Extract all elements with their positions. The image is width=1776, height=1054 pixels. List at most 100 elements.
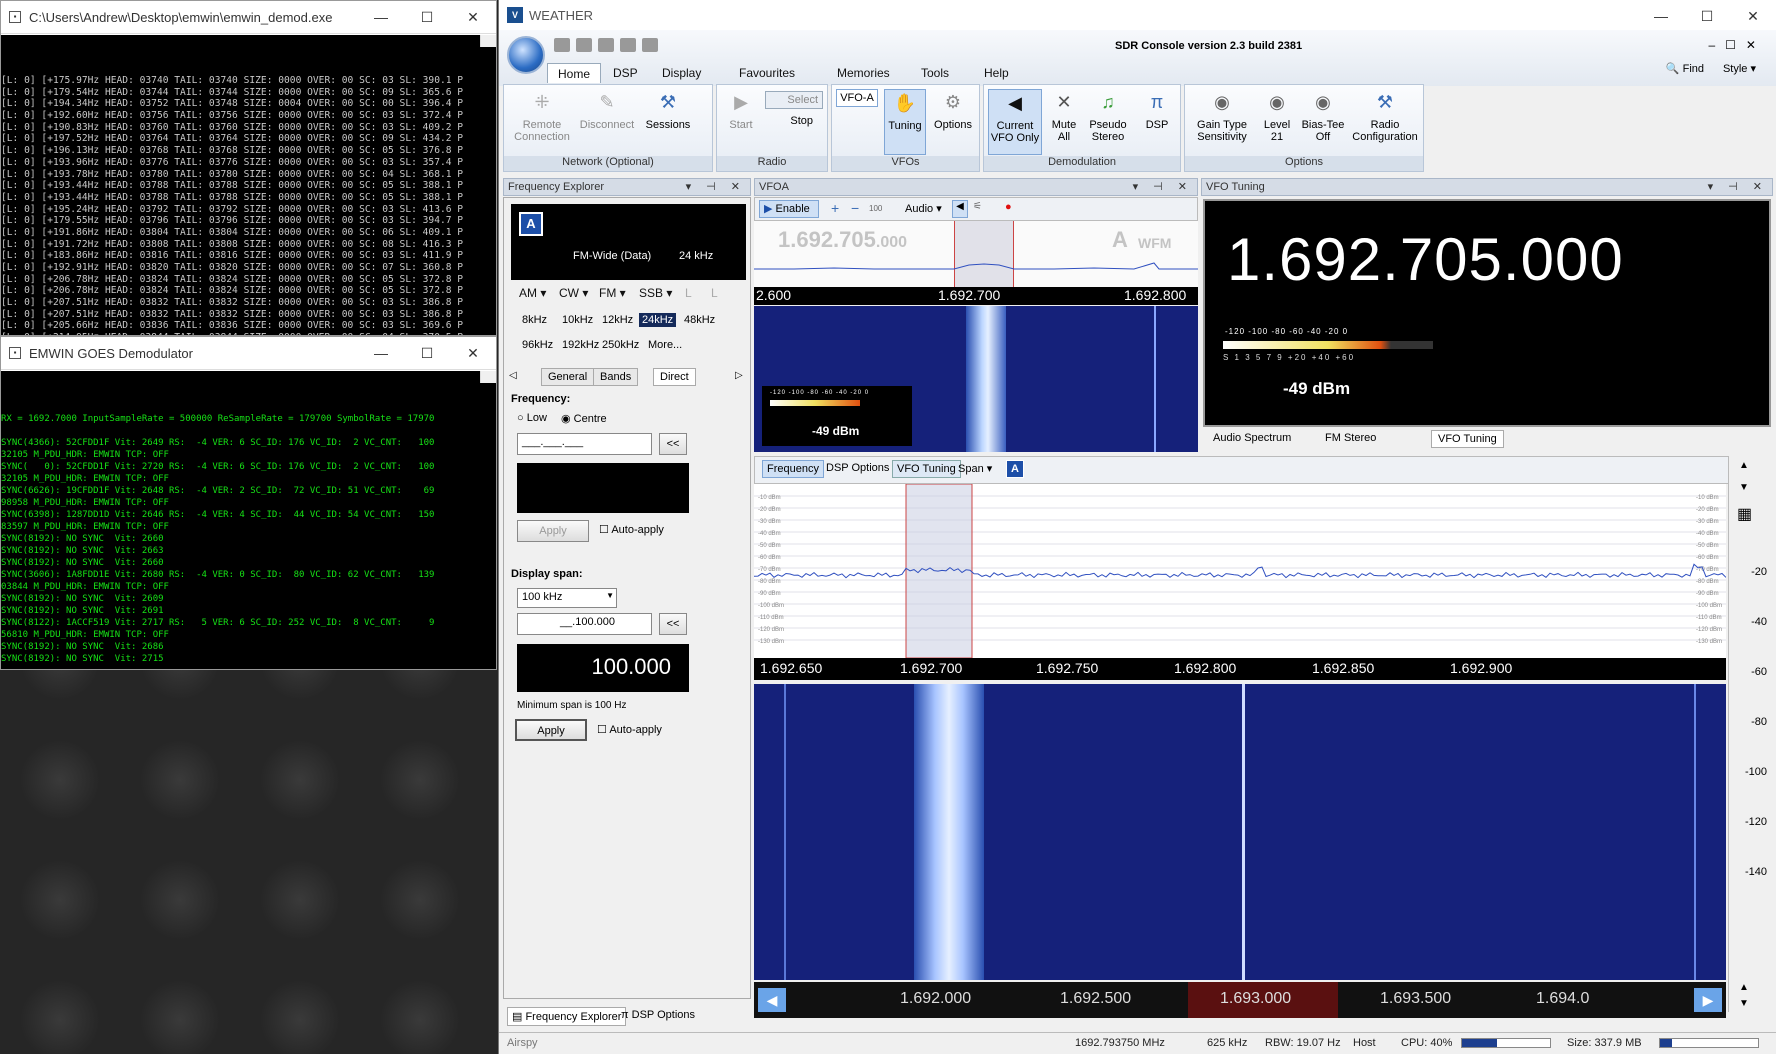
application-menu-orb[interactable] (507, 36, 545, 74)
mode-button-fm[interactable]: FM ▾ (599, 286, 626, 300)
vfo-a-selector[interactable]: VFO-A (836, 89, 878, 107)
find-control[interactable]: 🔍 Find (1666, 62, 1704, 75)
select-button[interactable]: Select (765, 91, 823, 109)
panel-controls[interactable]: ▾ ⊣ ✕ (686, 180, 746, 193)
main-tab-a[interactable]: A (1006, 460, 1024, 478)
stop-button[interactable]: Stop (765, 113, 823, 131)
scroll-left-button[interactable]: ◀ (758, 988, 786, 1012)
record-icon[interactable]: ● (1005, 201, 1012, 213)
bandwidth-10khz[interactable]: 10kHz (559, 313, 596, 327)
style-control[interactable]: Style ▾ (1723, 62, 1756, 75)
vfo-tuning-display[interactable]: 1.692.705.000 -120 -100 -80 -60 -40 -20 … (1203, 199, 1771, 427)
maximize-icon[interactable]: ☐ (404, 1, 450, 33)
minimize-icon[interactable]: — (1638, 0, 1684, 32)
gain-type-button[interactable]: ◉ Gain Type Sensitivity (1189, 89, 1255, 143)
close-icon[interactable]: ✕ (450, 1, 496, 33)
camera-icon[interactable] (554, 38, 570, 52)
pseudo-stereo-button[interactable]: ♫ Pseudo Stereo (1084, 89, 1132, 143)
radio-configuration-button[interactable]: ⚒ Radio Configuration (1349, 89, 1421, 143)
start-button[interactable]: ▶ Start (721, 89, 761, 131)
minimize-icon[interactable]: — (358, 337, 404, 369)
menu-tab-favourites[interactable]: Favourites (729, 63, 805, 83)
scroll-down-button[interactable]: ▼ (1739, 482, 1749, 493)
menu-tab-dsp[interactable]: DSP (603, 63, 648, 83)
mode-button-am[interactable]: AM ▾ (519, 286, 546, 300)
mute-all-button[interactable]: ✕ Mute All (1046, 89, 1082, 143)
bottom-tab-frequency-explorer[interactable]: ▤ Frequency Explorer (507, 1007, 627, 1026)
mode-button-l[interactable]: L (685, 286, 692, 300)
vfo-panel-tab-audio-spectrum[interactable]: Audio Spectrum (1207, 430, 1297, 446)
close-icon[interactable]: ✕ (450, 337, 496, 369)
level-button[interactable]: ◉ Level 21 (1257, 89, 1297, 143)
minimize-icon[interactable]: — (358, 1, 404, 33)
current-vfo-only-button[interactable]: ◀ Current VFO Only (988, 89, 1042, 155)
bias-tee-button[interactable]: ◉ Bias-Tee Off (1299, 89, 1347, 143)
side-scale[interactable]: ▲ ▼ ▦ -20 -40 -60 -80 -100 -120 -140 ▲ ▼ (1728, 456, 1773, 1012)
vfoa-header[interactable]: VFOA ▾ ⊣ ✕ (754, 178, 1198, 196)
remote-connection-button[interactable]: ⁜ Remote Connection (510, 89, 574, 143)
panel-controls[interactable]: ▾ ⊣ ✕ (1708, 180, 1768, 193)
audio-dropdown[interactable]: Audio ▾ (905, 202, 942, 215)
main-tab-span[interactable]: Span ▾ (954, 460, 996, 477)
menu-tab-tools[interactable]: Tools (911, 63, 959, 83)
bandwidth-250khz[interactable]: 250kHz (599, 338, 642, 352)
bottom-tab-dsp-options[interactable]: π DSP Options (617, 1007, 699, 1023)
bandwidth-12khz[interactable]: 12kHz (599, 313, 636, 327)
vfo-panel-tab-vfo-tuning[interactable]: VFO Tuning (1431, 430, 1504, 448)
record-icon[interactable] (642, 38, 658, 52)
tab-scroll-right-icon[interactable]: ▷ (735, 370, 743, 381)
scroll-up-button-2[interactable]: ▲ (1739, 982, 1749, 993)
bandwidth-96khz[interactable]: 96kHz (519, 338, 556, 352)
chart-icon[interactable]: ▦ (1737, 504, 1752, 524)
apply-button[interactable]: Apply (515, 719, 587, 741)
console-scrollbar[interactable] (480, 35, 496, 47)
dsp-button[interactable]: π DSP (1138, 89, 1176, 131)
low-radio[interactable]: ○ Low (517, 412, 547, 424)
console-window-goes-demodulator[interactable]: ▪ EMWIN GOES Demodulator — ☐ ✕ RX = 1692… (0, 336, 497, 670)
maximize-icon[interactable]: ☐ (404, 337, 450, 369)
tab-direct[interactable]: Direct (653, 368, 696, 386)
scroll-right-button[interactable]: ▶ (1694, 988, 1722, 1012)
console-window-emwin-demod[interactable]: ▪ C:\Users\Andrew\Desktop\emwin\emwin_de… (0, 0, 497, 336)
enable-button[interactable]: ▶ Enable (759, 200, 819, 218)
scroll-down-button-2[interactable]: ▼ (1739, 998, 1749, 1009)
frequency-input[interactable]: ___.___.___ (517, 433, 652, 455)
main-spectrum[interactable]: -10 dBm -10 dBm -20 dBm -20 dBm -30 dBm -30 d… (754, 484, 1726, 658)
span-select[interactable]: 100 kHz ▼ (517, 588, 617, 608)
play-icon[interactable] (620, 38, 636, 52)
vfoa-mini-spectrum[interactable]: 1.692.705.000 A WFM (754, 221, 1198, 287)
auto-apply-checkbox-2[interactable]: ☐ Auto-apply (597, 723, 662, 736)
bandwidth-192khz[interactable]: 192kHz (559, 338, 602, 352)
maximize-icon[interactable]: ☐ (1684, 0, 1730, 32)
bandwidth-48khz[interactable]: 48kHz (681, 313, 718, 327)
main-waterfall[interactable] (754, 684, 1726, 980)
frequency-explorer-header[interactable]: Frequency Explorer ▾ ⊣ ✕ (503, 178, 751, 196)
menu-tab-home[interactable]: Home (547, 63, 602, 83)
apply-button-disabled[interactable]: Apply (517, 520, 589, 542)
tab-bands[interactable]: Bands (593, 368, 639, 386)
main-tab-vfo-tuning[interactable]: VFO Tuning (892, 460, 961, 478)
frequency-chevron-button[interactable]: << (659, 433, 687, 455)
bottom-axis-bar[interactable]: ◀ ▶ 1.692.000 1.692.500 1.693.000 1.693.500… (754, 982, 1726, 1018)
bandwidth-more..[interactable]: More... (645, 338, 685, 352)
tab-general[interactable]: General (541, 368, 595, 386)
panel-controls[interactable]: ▾ ⊣ ✕ (1133, 180, 1193, 193)
disconnect-button[interactable]: ✎ Disconnect (576, 89, 638, 131)
span-input[interactable]: __.100.000 (517, 613, 652, 635)
zoom-out-icon[interactable]: − (851, 200, 859, 216)
zoom-in-icon[interactable]: + (831, 200, 839, 216)
menu-tab-memories[interactable]: Memories (827, 63, 900, 83)
vfo-tuning-header[interactable]: VFO Tuning ▾ ⊣ ✕ (1201, 178, 1773, 196)
mode-button-ssb[interactable]: SSB ▾ (639, 286, 672, 300)
menu-tab-display[interactable]: Display (652, 63, 711, 83)
bandwidth-24khz[interactable]: 24kHz (639, 313, 677, 327)
scroll-up-button[interactable]: ▲ (1739, 460, 1749, 471)
sdr-titlebar[interactable]: V WEATHER (499, 0, 1776, 30)
settings-icon[interactable]: ⚟ (973, 201, 982, 212)
tab-scroll-left-icon[interactable]: ◁ (509, 370, 517, 381)
main-tab-frequency[interactable]: Frequency (762, 460, 824, 478)
centre-radio[interactable]: ◉ Centre (561, 412, 607, 425)
main-tab-dsp-options[interactable]: DSP Options (822, 460, 893, 476)
vfoa-waterfall[interactable]: -120 -100 -80 -60 -40 -20 0 -49 dBm (754, 306, 1198, 452)
network-icon[interactable] (576, 38, 592, 52)
